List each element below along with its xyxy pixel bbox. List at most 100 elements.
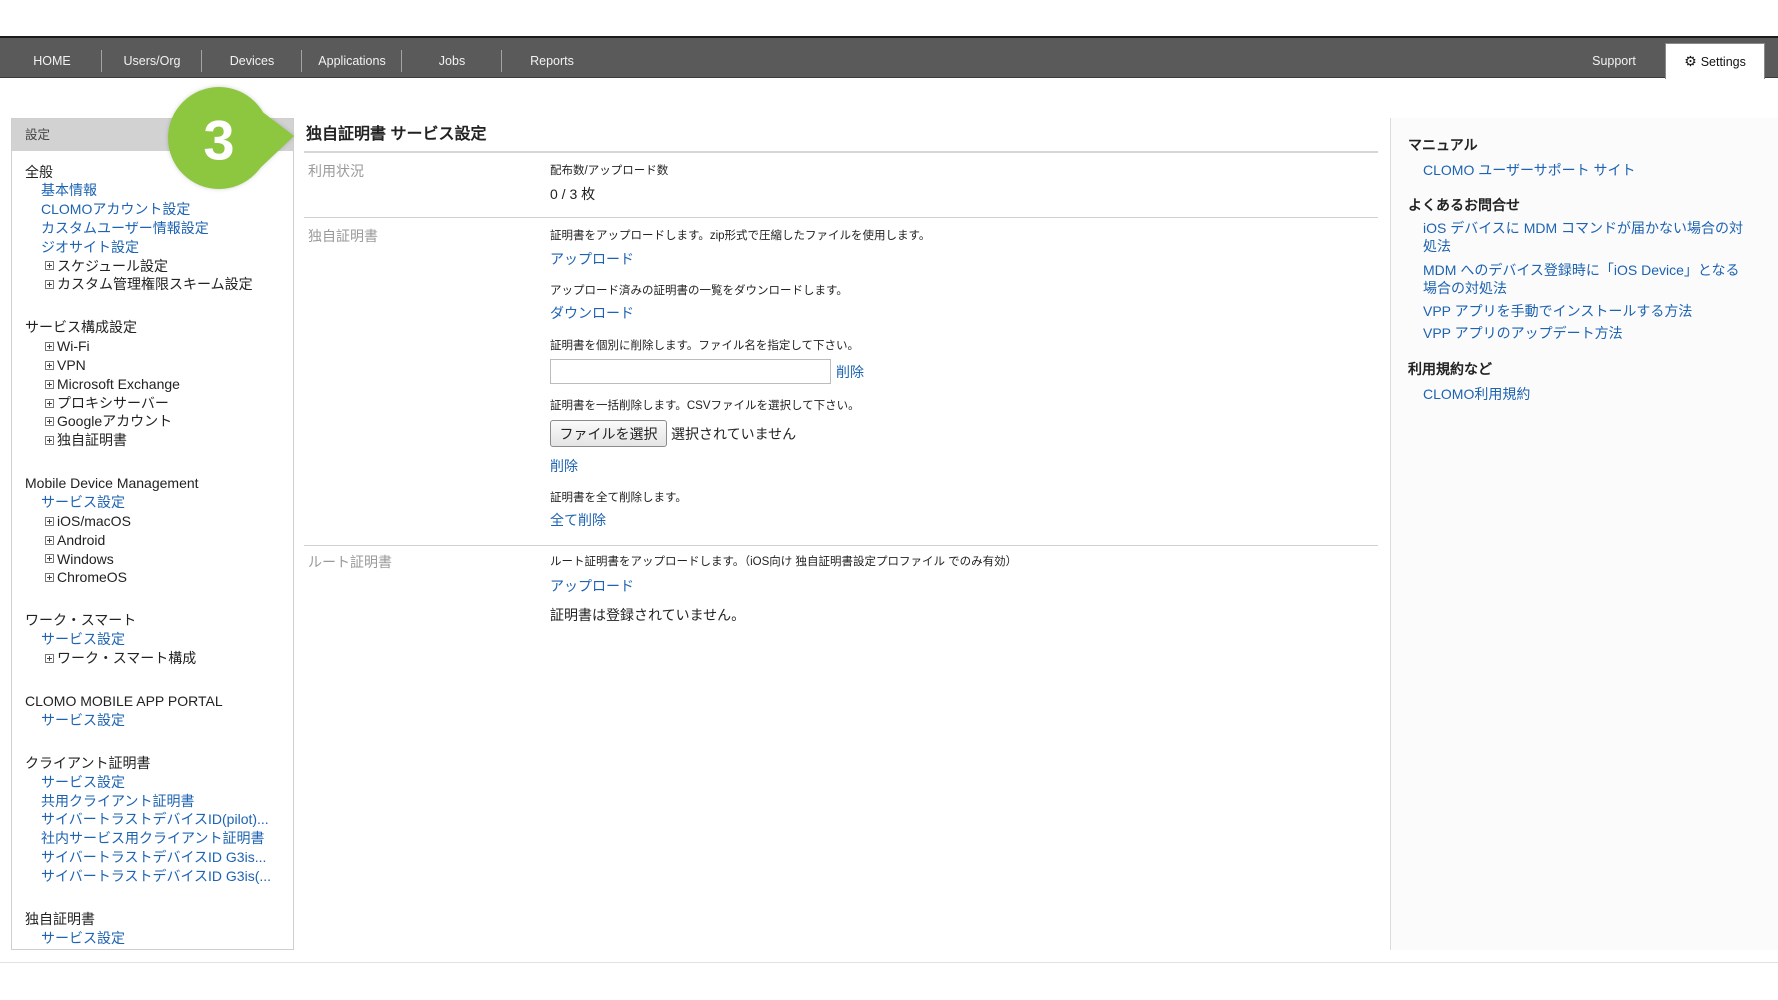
support-site-link[interactable]: CLOMO ユーザーサポート サイト xyxy=(1423,161,1753,180)
sidebar-tree-proxy[interactable]: プロキシサーバー xyxy=(45,394,293,413)
sidebar-tree-work-smart-config[interactable]: ワーク・スマート構成 xyxy=(45,649,293,668)
custom-cert-content: 証明書をアップロードします。zip形式で圧縮したファイルを使用します。 アップロ… xyxy=(550,226,1378,545)
step-3-badge: 3 xyxy=(168,87,294,189)
sidebar-link-custom-user-info[interactable]: カスタムユーザー情報設定 xyxy=(41,219,291,238)
sidebar-tree-google-account[interactable]: Googleアカウント xyxy=(45,412,293,431)
sidebar-section-app-portal: CLOMO MOBILE APP PORTAL サービス設定 xyxy=(25,692,293,730)
sidebar-tree-label: ChromeOS xyxy=(57,569,128,586)
sidebar-tree-android[interactable]: Android xyxy=(45,531,293,550)
expand-icon[interactable] xyxy=(45,535,54,545)
terms-heading: 利用規約など xyxy=(1408,360,1492,377)
sidebar-section-custom-cert: 独自証明書 サービス設定 xyxy=(25,910,293,948)
expand-icon[interactable] xyxy=(45,573,54,583)
sidebar-tree-label: カスタム管理権限スキーム設定 xyxy=(57,276,253,293)
sidebar-link-client-cert-service-settings[interactable]: サービス設定 xyxy=(41,773,291,792)
nav-jobs[interactable]: Jobs xyxy=(402,38,502,77)
expand-icon[interactable] xyxy=(45,360,54,370)
custom-cert-label: 独自証明書 xyxy=(308,228,378,244)
sidebar-link-custom-cert-service-settings[interactable]: サービス設定 xyxy=(41,929,291,948)
nav-reports[interactable]: Reports xyxy=(502,38,602,77)
sidebar-tree-label: Googleアカウント xyxy=(57,413,173,430)
sidebar-tree-custom-permission[interactable]: カスタム管理権限スキーム設定 xyxy=(45,275,293,294)
upload-link[interactable]: アップロード xyxy=(550,249,1378,269)
sidebar-tree-label: Android xyxy=(57,531,106,548)
expand-icon[interactable] xyxy=(45,379,54,389)
expand-icon[interactable] xyxy=(45,554,54,564)
sidebar-link-geosite[interactable]: ジオサイト設定 xyxy=(41,238,291,257)
nav-items: HOME Users/Org Devices Applications Jobs… xyxy=(2,38,602,77)
main-content: 独自証明書 サービス設定 利用状況 配布数/アップロード数 0 / 3 枚 独自… xyxy=(304,118,1378,625)
root-cert-label: ルート証明書 xyxy=(308,554,392,570)
sidebar-tree-chromeos[interactable]: ChromeOS xyxy=(45,568,293,587)
delete-all-link[interactable]: 全て削除 xyxy=(550,510,1378,530)
expand-icon[interactable] xyxy=(45,653,54,663)
choose-file-button[interactable]: ファイルを選択 xyxy=(550,420,667,447)
sidebar-section-title: 独自証明書 xyxy=(25,910,95,927)
root-cert-content: ルート証明書をアップロードします。（iOS向け 独自証明書設定プロファイル での… xyxy=(550,552,1378,625)
sidebar-link-cybertrust-g3is-1[interactable]: サイバートラストデバイスID G3is... xyxy=(41,848,291,867)
delete-one-link[interactable]: 削除 xyxy=(836,362,864,382)
sidebar-tree-label: プロキシサーバー xyxy=(57,394,169,411)
expand-icon[interactable] xyxy=(45,342,54,352)
sidebar-section-title: CLOMO MOBILE APP PORTAL xyxy=(25,693,223,710)
nav-settings-label: Settings xyxy=(1700,54,1746,69)
footer-divider xyxy=(0,962,1778,963)
sidebar-link-shared-client-cert[interactable]: 共用クライアント証明書 xyxy=(41,792,291,811)
sidebar-link-cybertrust-g3is-2[interactable]: サイバートラストデバイスID G3is(... xyxy=(41,867,291,886)
expand-icon[interactable] xyxy=(45,261,54,271)
sidebar-tree-label: スケジュール設定 xyxy=(57,257,169,274)
faq-link-mdm-command[interactable]: iOS デバイスに MDM コマンドが届かない場合の対処法 xyxy=(1423,219,1753,256)
file-chooser-row: ファイルを選択 選択されていません xyxy=(550,420,1378,447)
sidebar-tree-ios-macos[interactable]: iOS/macOS xyxy=(45,512,293,531)
usage-caption: 配布数/アップロード数 xyxy=(550,165,669,177)
expand-icon[interactable] xyxy=(45,280,54,290)
sidebar-tree-windows[interactable]: Windows xyxy=(45,550,293,569)
nav-home[interactable]: HOME xyxy=(2,38,102,77)
terms-link[interactable]: CLOMO利用規約 xyxy=(1423,385,1753,404)
usage-content: 配布数/アップロード数 0 / 3 枚 xyxy=(550,161,1378,217)
sidebar-link-app-portal-service-settings[interactable]: サービス設定 xyxy=(41,711,291,730)
sidebar-tree-exchange[interactable]: Microsoft Exchange xyxy=(45,375,293,394)
sidebar-tree-label: iOS/macOS xyxy=(57,512,131,529)
sidebar-section-title: ワーク・スマート xyxy=(25,612,137,629)
faq-link-ios-device-registration[interactable]: MDM へのデバイス登録時に「iOS Device」となる場合の対処法 xyxy=(1423,261,1753,298)
nav-users-org[interactable]: Users/Org xyxy=(102,38,202,77)
sidebar-section-title: クライアント証明書 xyxy=(25,755,151,771)
nav-support[interactable]: Support xyxy=(1564,38,1664,77)
filename-input[interactable] xyxy=(550,359,831,384)
sidebar-tree-label: Microsoft Exchange xyxy=(57,375,180,392)
manual-heading: マニュアル xyxy=(1408,137,1478,153)
expand-icon[interactable] xyxy=(45,516,54,526)
download-link[interactable]: ダウンロード xyxy=(550,303,1378,323)
sidebar-tree-schedule[interactable]: スケジュール設定 xyxy=(45,257,293,276)
sidebar-tree-vpn[interactable]: VPN xyxy=(45,356,293,375)
sidebar-menu: 全般 基本情報 CLOMOアカウント設定 カスタムユーザー情報設定 ジオサイト設… xyxy=(12,151,293,947)
sidebar-link-cybertrust-pilot[interactable]: サイバートラストデバイスID(pilot)... xyxy=(41,810,291,829)
badge-number: 3 xyxy=(203,109,234,172)
sidebar-link-work-smart-service-settings[interactable]: サービス設定 xyxy=(41,630,291,649)
help-panel: マニュアル CLOMO ユーザーサポート サイト よくあるお問合せ iOS デバ… xyxy=(1390,118,1778,950)
sidebar-link-mdm-service-settings[interactable]: サービス設定 xyxy=(41,493,291,512)
nav-applications[interactable]: Applications xyxy=(302,38,402,77)
usage-row: 利用状況 配布数/アップロード数 0 / 3 枚 xyxy=(304,153,1378,218)
sidebar-tree-custom-cert[interactable]: 独自証明書 xyxy=(45,431,293,450)
bulk-delete-link[interactable]: 削除 xyxy=(550,456,1378,476)
sidebar-link-internal-client-cert[interactable]: 社内サービス用クライアント証明書 xyxy=(41,829,291,848)
sidebar-section-client-cert: クライアント証明書 サービス設定 共用クライアント証明書 サイバートラストデバイ… xyxy=(25,754,293,886)
faq-link-vpp-manual-install[interactable]: VPP アプリを手動でインストールする方法 xyxy=(1423,302,1753,321)
sidebar-tree-label: Wi-Fi xyxy=(57,338,90,355)
bulk-delete-description: 証明書を一括削除します。CSVファイルを選択して下さい。 xyxy=(550,400,860,412)
sidebar-section-mdm: Mobile Device Management サービス設定 iOS/macO… xyxy=(25,474,293,587)
expand-icon[interactable] xyxy=(45,436,54,446)
upload-description: 証明書をアップロードします。zip形式で圧縮したファイルを使用します。 xyxy=(550,230,931,242)
nav-settings-tab[interactable]: ⚙ Settings xyxy=(1665,43,1765,79)
nav-devices[interactable]: Devices xyxy=(202,38,302,77)
root-upload-link[interactable]: アップロード xyxy=(550,576,1378,596)
sidebar-tree-wifi[interactable]: Wi-Fi xyxy=(45,337,293,356)
sidebar-link-clomo-account[interactable]: CLOMOアカウント設定 xyxy=(41,200,291,219)
sidebar-tree-label: Windows xyxy=(57,550,114,567)
expand-icon[interactable] xyxy=(45,417,54,427)
faq-link-vpp-update[interactable]: VPP アプリのアップデート方法 xyxy=(1423,324,1753,343)
expand-icon[interactable] xyxy=(45,398,54,408)
delete-one-description: 証明書を個別に削除します。ファイル名を指定して下さい。 xyxy=(550,340,860,352)
